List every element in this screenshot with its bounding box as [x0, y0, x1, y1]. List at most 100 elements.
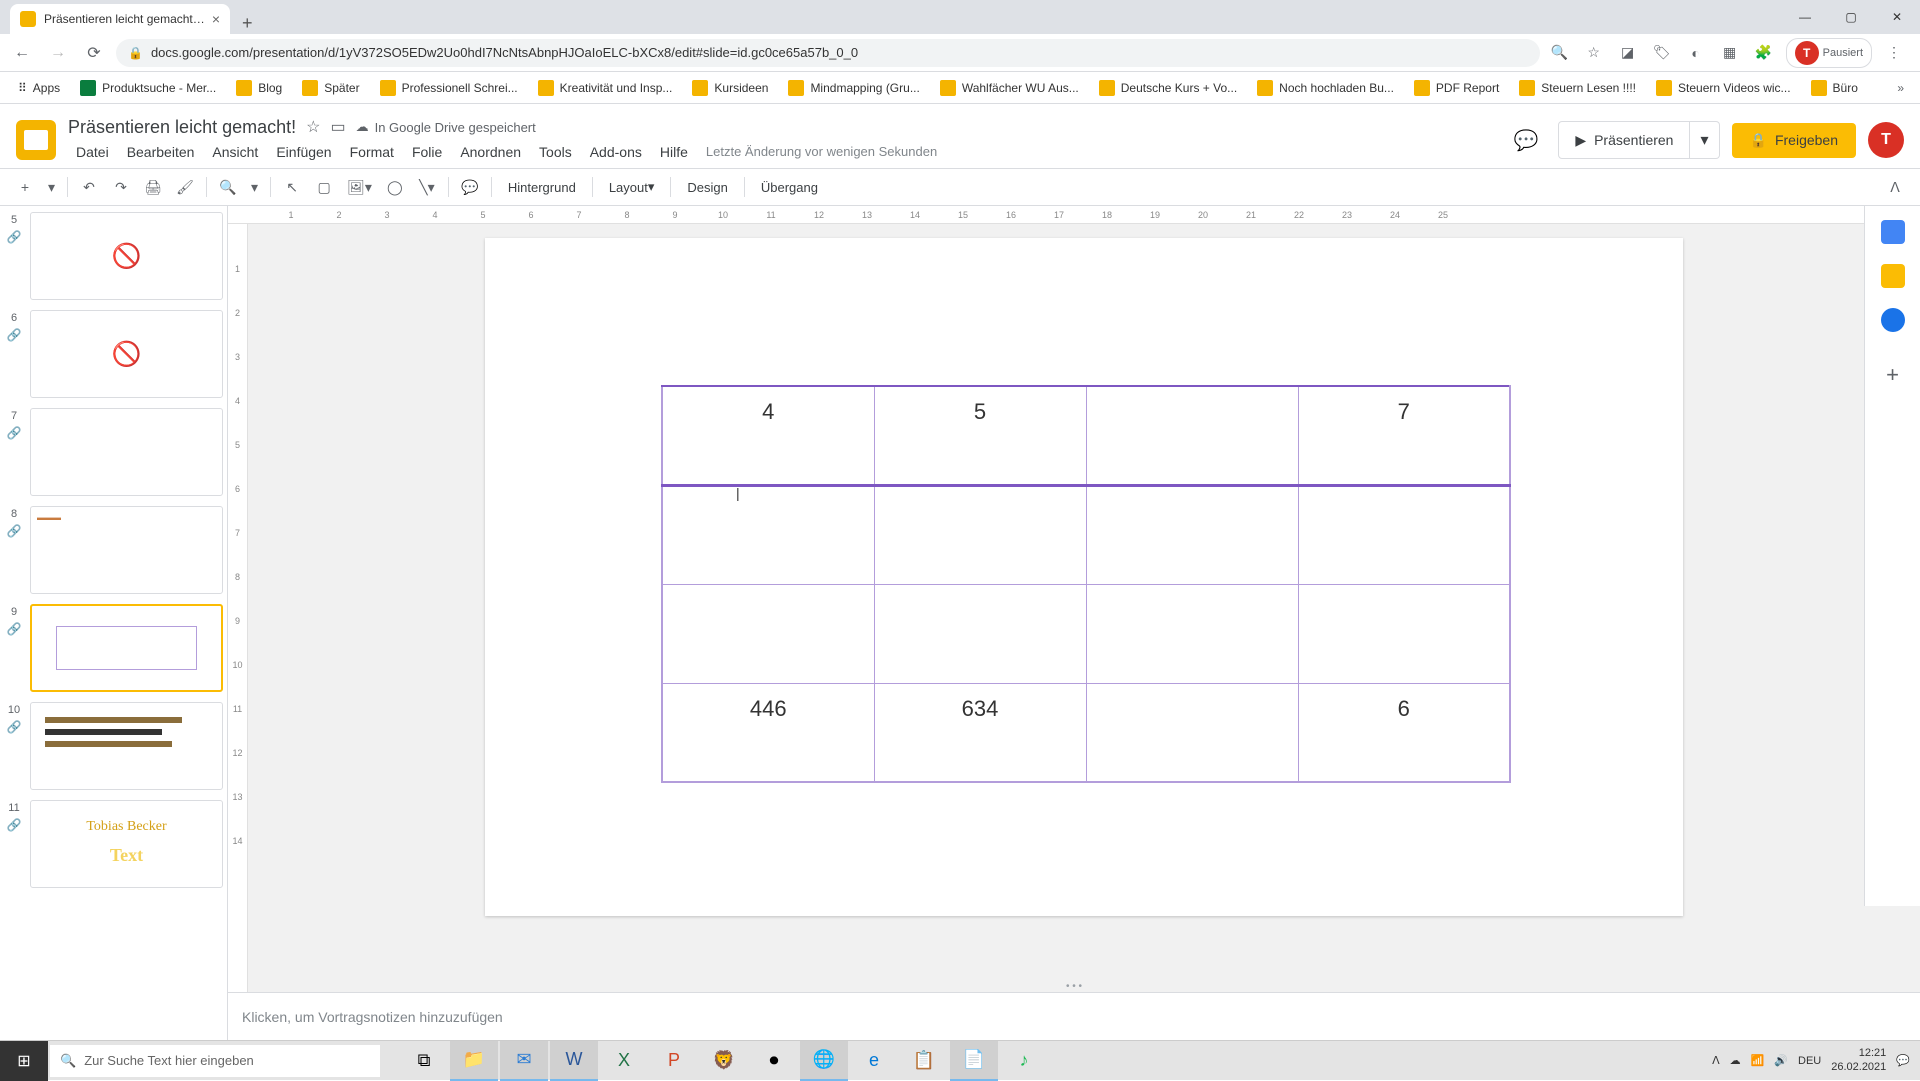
shape-tool[interactable]: ◯ — [380, 173, 410, 201]
bookmark-item[interactable]: Blog — [228, 76, 290, 100]
slide-thumb-9[interactable] — [30, 604, 223, 692]
tray-wifi-icon[interactable]: 📶 — [1751, 1054, 1765, 1067]
bookmark-item[interactable]: Mindmapping (Gru... — [780, 76, 927, 100]
table-cell[interactable]: 7 — [1298, 386, 1510, 485]
taskbar-powerpoint[interactable]: P — [650, 1041, 698, 1081]
menu-edit[interactable]: Bearbeiten — [119, 140, 203, 164]
taskbar-word[interactable]: W — [550, 1041, 598, 1081]
menu-addons[interactable]: Add-ons — [582, 140, 650, 164]
speaker-notes[interactable]: Klicken, um Vortragsnotizen hinzuzufügen — [228, 992, 1920, 1040]
taskbar-excel[interactable]: X — [600, 1041, 648, 1081]
undo-button[interactable]: ↶ — [74, 173, 104, 201]
paint-format-button[interactable]: 🖌 — [170, 173, 200, 201]
taskbar-app-3[interactable]: 📋 — [900, 1041, 948, 1081]
table-cell[interactable] — [1086, 584, 1298, 683]
chrome-menu-icon[interactable]: ⋮ — [1882, 41, 1906, 65]
move-document-icon[interactable]: ▭ — [330, 117, 345, 137]
start-button[interactable]: ⊞ — [0, 1041, 48, 1081]
star-document-icon[interactable]: ☆ — [306, 117, 320, 137]
table-cell[interactable]: 5 — [874, 386, 1086, 485]
table-cell[interactable] — [1298, 485, 1510, 584]
tray-volume-icon[interactable]: 🔊 — [1774, 1054, 1788, 1067]
new-tab-button[interactable]: + — [230, 13, 265, 34]
table-cell[interactable] — [662, 485, 874, 584]
browser-tab[interactable]: Präsentieren leicht gemacht! - G × — [10, 4, 230, 34]
tray-language[interactable]: DEU — [1798, 1055, 1821, 1067]
menu-view[interactable]: Ansicht — [204, 140, 266, 164]
table-cell[interactable] — [874, 584, 1086, 683]
print-button[interactable]: 🖨 — [138, 173, 168, 201]
taskbar-clock[interactable]: 12:21 26.02.2021 — [1831, 1047, 1886, 1073]
slide-canvas[interactable]: 4 5 7 — [485, 238, 1683, 916]
design-button[interactable]: Design — [677, 173, 737, 201]
present-button[interactable]: ▶Präsentieren — [1558, 121, 1690, 159]
extension-icon-4[interactable]: ▦ — [1718, 41, 1742, 65]
close-tab-icon[interactable]: × — [212, 11, 220, 27]
tasks-addon-icon[interactable] — [1881, 308, 1905, 332]
zoom-icon[interactable]: 🔍 — [1548, 41, 1572, 65]
extension-icon-1[interactable]: ◪ — [1616, 41, 1640, 65]
apps-bookmark[interactable]: ⠿Apps — [10, 77, 68, 99]
extensions-puzzle-icon[interactable]: 🧩 — [1752, 41, 1776, 65]
table-cell[interactable]: 4 — [662, 386, 874, 485]
comment-tool[interactable]: 💬 — [455, 173, 485, 201]
close-window-button[interactable]: ✕ — [1874, 0, 1920, 34]
task-view-button[interactable]: ⧉ — [400, 1041, 448, 1081]
redo-button[interactable]: ↷ — [106, 173, 136, 201]
line-tool[interactable]: ╲▾ — [412, 173, 442, 201]
share-button[interactable]: 🔒Freigeben — [1732, 123, 1856, 158]
notes-resize-handle[interactable]: • • • — [1066, 981, 1082, 992]
table-cell[interactable]: 634 — [874, 683, 1086, 782]
table-cell[interactable]: 446 — [662, 683, 874, 782]
background-button[interactable]: Hintergrund — [498, 173, 586, 201]
taskbar-app-2[interactable]: 🦁 — [700, 1041, 748, 1081]
bookmark-item[interactable]: Kursideen — [684, 76, 776, 100]
user-avatar[interactable]: T — [1868, 122, 1904, 158]
menu-help[interactable]: Hilfe — [652, 140, 696, 164]
reload-button[interactable]: ⟳ — [80, 39, 108, 67]
textbox-tool[interactable]: ▢ — [309, 173, 339, 201]
menu-tools[interactable]: Tools — [531, 140, 580, 164]
table-cell[interactable] — [1086, 683, 1298, 782]
taskbar-edge[interactable]: e — [850, 1041, 898, 1081]
slide-thumb-11[interactable]: Tobias Becker Text — [30, 800, 223, 888]
back-button[interactable]: ← — [8, 39, 36, 67]
bookmark-item[interactable]: Produktsuche - Mer... — [72, 76, 224, 100]
drive-status[interactable]: ☁In Google Drive gespeichert — [356, 119, 536, 135]
bookmark-item[interactable]: Wahlfächer WU Aus... — [932, 76, 1087, 100]
layout-button[interactable]: Layout ▾ — [599, 173, 665, 201]
image-tool[interactable]: 🖼▾ — [341, 173, 378, 201]
present-dropdown[interactable]: ▾ — [1690, 121, 1719, 159]
bookmark-item[interactable]: Noch hochladen Bu... — [1249, 76, 1402, 100]
bookmark-item[interactable]: Später — [294, 76, 367, 100]
table-cell[interactable] — [1298, 584, 1510, 683]
maximize-button[interactable]: ▢ — [1828, 0, 1874, 34]
slide-thumb-8[interactable]: ▬▬▬ — [30, 506, 223, 594]
select-tool[interactable]: ↖ — [277, 173, 307, 201]
extension-icon-3[interactable]: ◐ — [1684, 41, 1708, 65]
collapse-toolbar-icon[interactable]: ᐱ — [1880, 173, 1910, 201]
table-cell[interactable]: 6 — [1298, 683, 1510, 782]
bookmark-item[interactable]: Kreativität und Insp... — [530, 76, 681, 100]
taskbar-spotify[interactable]: ♪ — [1000, 1041, 1048, 1081]
menu-file[interactable]: Datei — [68, 140, 117, 164]
table-cell[interactable] — [874, 485, 1086, 584]
add-addon-icon[interactable]: + — [1886, 362, 1899, 388]
taskbar-chrome[interactable]: 🌐 — [800, 1041, 848, 1081]
star-icon[interactable]: ☆ — [1582, 41, 1606, 65]
document-title[interactable]: Präsentieren leicht gemacht! — [68, 117, 296, 138]
menu-arrange[interactable]: Anordnen — [452, 140, 529, 164]
new-slide-button[interactable]: + — [10, 173, 40, 201]
comments-button[interactable]: 💬 — [1506, 120, 1546, 160]
bookmark-item[interactable]: Steuern Videos wic... — [1648, 76, 1799, 100]
slide-thumb-5[interactable]: 🚫 — [30, 212, 223, 300]
forward-button[interactable]: → — [44, 39, 72, 67]
table-cell[interactable] — [1086, 485, 1298, 584]
keep-addon-icon[interactable] — [1881, 264, 1905, 288]
table-cell[interactable] — [662, 584, 874, 683]
tray-notifications-icon[interactable]: 💬 — [1896, 1054, 1910, 1067]
bookmark-item[interactable]: PDF Report — [1406, 76, 1507, 100]
slide-thumb-6[interactable]: 🚫 — [30, 310, 223, 398]
taskbar-app-4[interactable]: 📄 — [950, 1041, 998, 1081]
calendar-addon-icon[interactable] — [1881, 220, 1905, 244]
